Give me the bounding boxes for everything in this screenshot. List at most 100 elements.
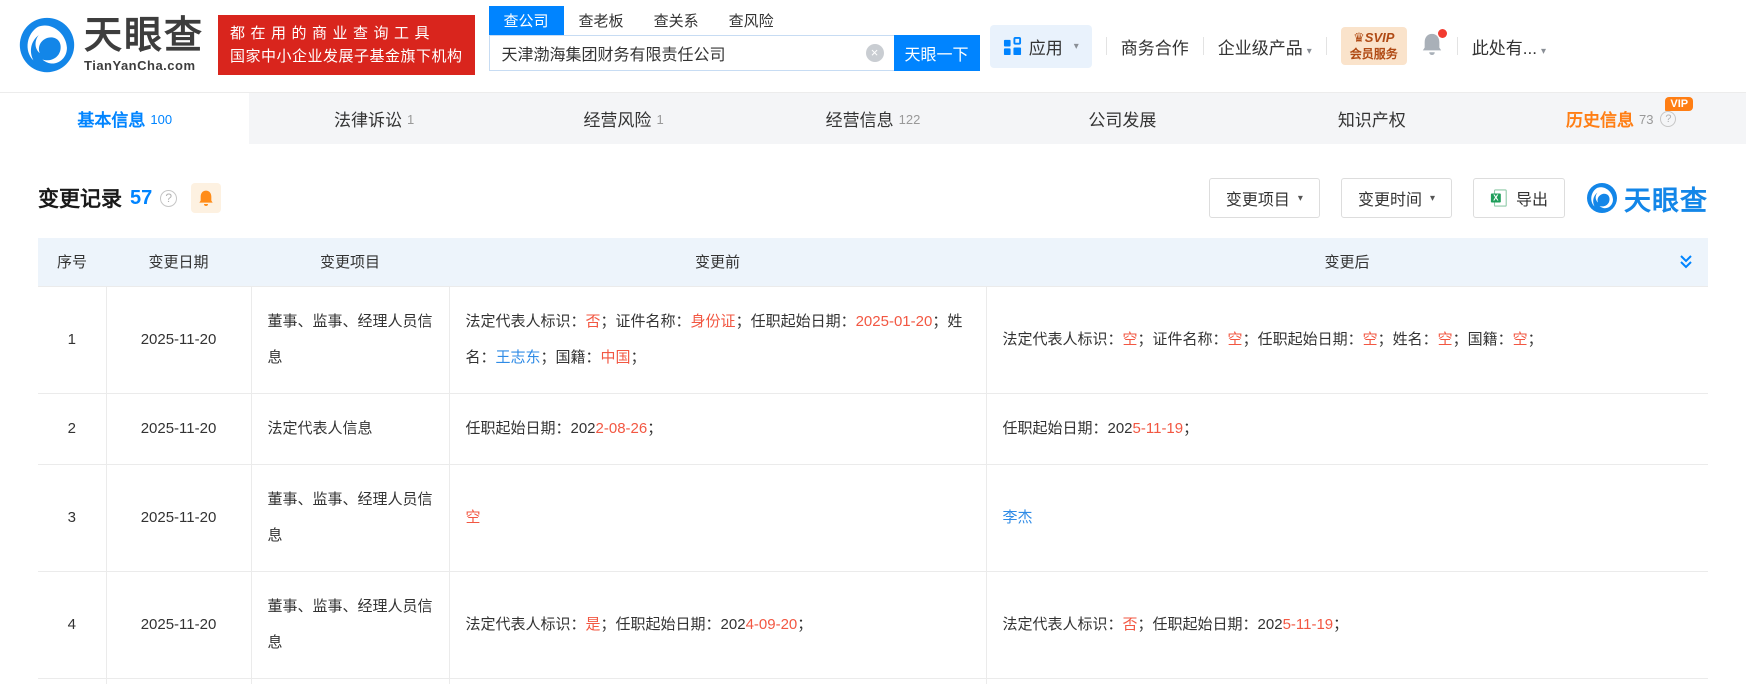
search-box: × bbox=[488, 35, 894, 71]
page-tab[interactable]: 经营风险 1 bbox=[499, 93, 748, 144]
diff-highlight: 4-09-20 bbox=[745, 615, 798, 633]
header-nav: 应用 ▾ 商务合作 企业级产品 ▾ ♛SVIP 会员服务 此处有... ▾ bbox=[989, 0, 1546, 92]
change-date: 2025-11-20 bbox=[106, 571, 252, 679]
clear-icon[interactable]: × bbox=[865, 44, 884, 62]
page-tabs: 基本信息 100 法律诉讼 1 经营风险 1 经营信息 122 公司发展 知识产权 历史信息 73 VI… bbox=[0, 92, 1746, 144]
page-tab[interactable]: 公司发展 bbox=[998, 93, 1247, 144]
search-tab[interactable]: 查关系 bbox=[639, 6, 714, 35]
filter-change-time-button[interactable]: 变更时间 ▾ bbox=[1340, 178, 1452, 218]
caret-down-icon: ▾ bbox=[1297, 192, 1303, 204]
subscribe-bell-button[interactable] bbox=[191, 183, 222, 213]
search-tab[interactable]: 查老板 bbox=[564, 6, 639, 35]
plain-text: ；国籍： bbox=[540, 348, 601, 366]
page-tab[interactable]: 历史信息 73 VIP? bbox=[1497, 93, 1746, 144]
change-date: 2025-11-20 bbox=[106, 393, 252, 465]
entity-link[interactable]: 王志东 bbox=[496, 349, 541, 366]
plain-text: 任职起始日期：202 bbox=[465, 419, 596, 437]
diff-highlight: 空 bbox=[465, 508, 481, 526]
export-button[interactable]: X 导出 bbox=[1472, 178, 1565, 218]
account-menu[interactable]: 此处有... ▾ bbox=[1472, 34, 1546, 59]
entity-link[interactable]: 李杰 bbox=[1003, 509, 1033, 526]
diff-highlight: 否 bbox=[585, 312, 601, 330]
page-tab[interactable]: 基本信息 100 bbox=[0, 93, 250, 144]
page-tab[interactable]: 知识产权 bbox=[1247, 93, 1496, 144]
before-content: 100000.0 bbox=[449, 678, 987, 684]
tianyancha-logo[interactable]: 天眼查 TianYanCha.com bbox=[18, 16, 204, 74]
change-record-table: 序号 变更日期 变更项目 变更前 变更后 1 2025-11-20 董事、监事、经理… bbox=[38, 238, 1708, 684]
row-index: 5 bbox=[38, 678, 107, 684]
tianyancha-swirl-icon bbox=[1587, 183, 1617, 213]
col-header-before: 变更前 bbox=[449, 238, 986, 286]
after-content: 150000.0（+50%） bbox=[986, 678, 1708, 684]
plain-text: 任职起始日期：202 bbox=[1002, 419, 1133, 437]
change-table-body: 1 2025-11-20 董事、监事、经理人员信息 法定代表人标识：否；证件名称：身份… bbox=[38, 285, 1708, 684]
section-title: 变更记录 bbox=[38, 188, 122, 211]
account-label: 此处有... bbox=[1471, 38, 1537, 58]
notification-dot bbox=[1437, 28, 1447, 38]
tianyancha-swirl-icon bbox=[19, 17, 75, 73]
plain-text: ；任职起始日期： bbox=[1242, 330, 1363, 348]
diff-highlight: 空 bbox=[1227, 330, 1243, 348]
divider bbox=[1105, 37, 1107, 55]
business-coop-link[interactable]: 商务合作 bbox=[1121, 34, 1189, 59]
col-header-date: 变更日期 bbox=[106, 238, 251, 286]
plain-text: ； bbox=[1183, 419, 1199, 437]
page-tab-label: 知识产权 bbox=[1337, 111, 1406, 130]
page-tab-count: 100 bbox=[150, 112, 173, 127]
diff-highlight: 空 bbox=[1122, 330, 1138, 348]
svip-member-badge[interactable]: ♛SVIP 会员服务 bbox=[1340, 27, 1407, 65]
plain-text: ； bbox=[630, 348, 646, 366]
vip-badge: VIP bbox=[1665, 97, 1694, 111]
before-content: 法定代表人标识：否；证件名称：身份证；任职起始日期：2025-01-20；姓名：… bbox=[449, 285, 987, 394]
help-icon[interactable]: ? bbox=[160, 189, 178, 207]
expand-all-icon[interactable] bbox=[1678, 254, 1694, 270]
plain-text: ；任职起始日期：202 bbox=[1137, 615, 1283, 633]
plain-text: ；任职起始日期： bbox=[735, 312, 856, 330]
apps-menu-button[interactable]: 应用 ▾ bbox=[989, 24, 1092, 68]
table-row: 1 2025-11-20 董事、监事、经理人员信息 法定代表人标识：否；证件名称：身份… bbox=[38, 285, 1708, 394]
notification-bell-button[interactable] bbox=[1421, 28, 1447, 61]
section-header: 变更记录 57 ? 变更项目 ▾ 变更时间 ▾ X 导出 天眼查 bbox=[38, 178, 1708, 218]
before-content: 空 bbox=[449, 464, 987, 572]
page-tab-label: 法律诉讼 bbox=[334, 111, 403, 130]
plain-text: 法定代表人标识： bbox=[1002, 615, 1123, 633]
filter-change-item-button[interactable]: 变更项目 ▾ bbox=[1208, 178, 1320, 218]
page-tab[interactable]: 法律诉讼 1 bbox=[249, 93, 498, 144]
col-header-after-label: 变更后 bbox=[1324, 254, 1370, 272]
search-tab[interactable]: 查公司 bbox=[488, 6, 564, 35]
caret-down-icon: ▾ bbox=[1306, 45, 1312, 57]
page-tab-count: 1 bbox=[407, 112, 415, 127]
table-row: 52025-11-20注册资金（万元）100000.0150000.0（+50%… bbox=[38, 678, 1708, 684]
svip-label: SVIP bbox=[1364, 30, 1395, 45]
caret-down-icon: ▾ bbox=[1429, 192, 1435, 204]
plain-text: ； bbox=[797, 615, 813, 633]
plain-text: 法定代表人标识： bbox=[465, 312, 586, 330]
change-item: 董事、监事、经理人员信息 bbox=[251, 464, 450, 572]
divider bbox=[1325, 37, 1327, 55]
apps-grid-icon bbox=[1003, 36, 1021, 55]
search-button[interactable]: 天眼一下 bbox=[893, 35, 980, 71]
plain-text: 法定代表人标识： bbox=[465, 615, 586, 633]
svg-text:X: X bbox=[1493, 194, 1499, 203]
table-header-row: 序号 变更日期 变更项目 变更前 变更后 bbox=[38, 238, 1708, 286]
plain-text: ；国籍： bbox=[1452, 330, 1513, 348]
page-tab[interactable]: 经营信息 122 bbox=[748, 93, 997, 144]
after-content: 法定代表人标识：否；任职起始日期：2025-11-19； bbox=[986, 571, 1708, 679]
enterprise-product-link[interactable]: 企业级产品 ▾ bbox=[1218, 34, 1312, 59]
logo-text-en: TianYanCha.com bbox=[84, 58, 196, 73]
top-header: 天眼查 TianYanCha.com 都在用的商业查询工具 国家中小企业发展子基… bbox=[0, 0, 1746, 92]
page-tab-label: 经营风险 bbox=[583, 111, 652, 130]
change-date: 2025-11-20 bbox=[106, 678, 252, 684]
logo-text-cn: 天眼查 bbox=[84, 15, 205, 57]
bell-icon bbox=[199, 190, 213, 206]
search-tab[interactable]: 查风险 bbox=[714, 6, 789, 35]
before-content: 法定代表人标识：是；任职起始日期：2024-09-20； bbox=[449, 571, 987, 679]
help-icon[interactable]: ? bbox=[1660, 110, 1677, 127]
plain-text: ；姓名： bbox=[1377, 330, 1438, 348]
diff-highlight: 5-11-19 bbox=[1132, 419, 1184, 437]
diff-highlight: 2025-01-20 bbox=[855, 312, 933, 330]
caret-down-icon: ▾ bbox=[1540, 45, 1546, 57]
row-index: 2 bbox=[38, 393, 107, 465]
change-date: 2025-11-20 bbox=[106, 285, 252, 394]
search-input[interactable] bbox=[489, 44, 866, 62]
